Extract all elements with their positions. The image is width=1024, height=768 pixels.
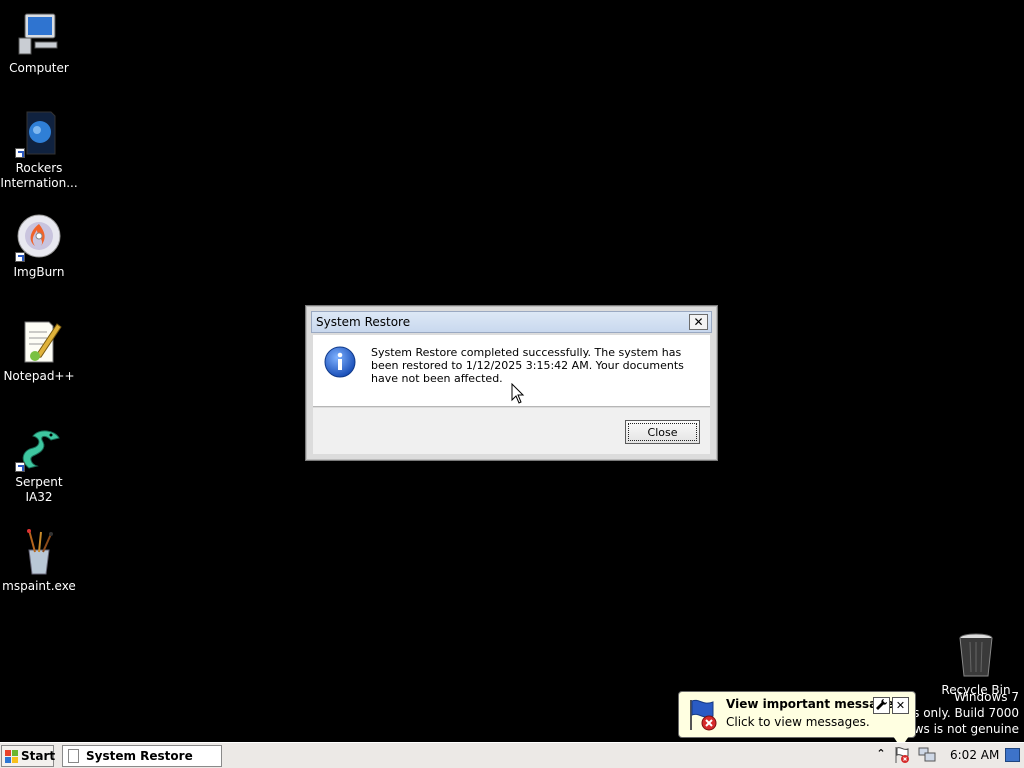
close-button[interactable]: Close	[625, 420, 700, 444]
tray-expand-icon[interactable]: ⌃	[874, 745, 888, 763]
dialog-titlebar[interactable]: System Restore ✕	[311, 311, 712, 333]
watermark-line: ses only. Build 7000	[899, 706, 1019, 720]
desktop-icon-serpent[interactable]: Serpent IA32	[0, 424, 78, 505]
tray-network-icon[interactable]	[918, 747, 936, 763]
document-icon	[68, 749, 79, 763]
wrench-icon	[876, 699, 887, 710]
shortcut-arrow-icon	[15, 462, 25, 472]
imgburn-disc-icon	[15, 214, 63, 262]
desktop-icon-label: Computer	[9, 61, 69, 75]
dialog-footer: Close	[313, 408, 710, 454]
dialog-close-x-button[interactable]: ✕	[689, 314, 708, 330]
desktop-icon-label: Notepad++	[3, 369, 75, 383]
desktop-icon-imgburn[interactable]: ImgBurn	[0, 214, 78, 280]
desktop-icon-label: Serpent IA32	[15, 475, 63, 504]
shortcut-arrow-icon	[15, 148, 25, 158]
tray-action-center-icon[interactable]	[893, 746, 911, 764]
start-button[interactable]: Start	[1, 745, 56, 767]
desktop-icon-label: ImgBurn	[13, 265, 65, 279]
desktop-icon-label: mspaint.exe	[2, 579, 76, 593]
balloon-close-button[interactable]: ✕	[892, 697, 909, 714]
rockers-app-icon	[15, 110, 63, 158]
mspaint-icon	[15, 528, 63, 576]
info-icon	[324, 346, 356, 378]
desktop-icon-computer[interactable]: Computer	[0, 10, 78, 76]
recycle-bin-icon	[952, 632, 1000, 680]
start-label: Start	[21, 749, 56, 763]
show-desktop-button[interactable]	[1005, 748, 1020, 762]
computer-icon	[15, 10, 63, 58]
desktop-icon-mspaint[interactable]: mspaint.exe	[0, 528, 78, 594]
desktop-icon-notepadpp[interactable]: Notepad++	[0, 318, 78, 384]
taskbar-window-label: System Restore	[86, 749, 193, 763]
taskbar: Start System Restore	[0, 742, 1024, 768]
shortcut-arrow-icon	[15, 252, 25, 262]
taskbar-clock[interactable]: 6:02 AM	[950, 748, 999, 762]
notepad-plus-plus-icon	[15, 318, 63, 366]
mouse-cursor-icon	[511, 382, 525, 405]
balloon-options-button[interactable]	[873, 697, 890, 714]
action-center-flag-icon	[687, 698, 721, 732]
desktop-icon-rockers[interactable]: Rockers Internation...	[0, 110, 78, 191]
build-watermark: Windows 7 ses only. Build 7000 lows is n…	[900, 689, 1019, 737]
desktop-icon-label: Rockers Internation...	[0, 161, 78, 190]
windows-logo-icon	[5, 750, 18, 763]
watermark-line: Windows 7	[953, 690, 1019, 704]
balloon-subtitle: Click to view messages.	[726, 715, 870, 729]
taskbar-window-button[interactable]: System Restore	[62, 745, 222, 767]
serpent-icon	[15, 424, 63, 472]
dialog-message: System Restore completed successfully. T…	[371, 346, 684, 385]
dialog-title: System Restore	[316, 315, 411, 329]
notification-balloon[interactable]: View important messages Click to view me…	[678, 691, 916, 748]
watermark-line: lows is not genuine	[903, 722, 1019, 736]
